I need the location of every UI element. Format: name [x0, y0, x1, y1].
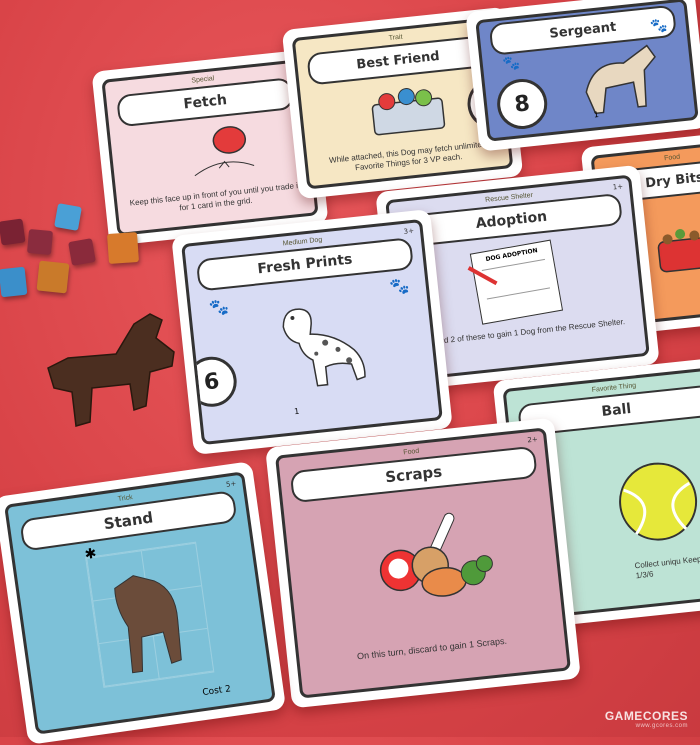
dog-meeple[interactable] — [38, 310, 178, 450]
ball-illustration — [194, 126, 255, 177]
paw-print-icon: 🐾 — [502, 54, 522, 73]
card-title: Sergeant — [548, 19, 617, 42]
card-stand[interactable]: Trick 5+ Stand ✱ Cost 2 — [0, 461, 287, 745]
card-cost: 5+ — [225, 479, 237, 489]
card-scraps[interactable]: Food 2+ Scraps On this turn, discard to … — [265, 417, 581, 709]
card-sergeant[interactable]: Sergeant 8 🐾 🐾 1 — [465, 0, 700, 152]
card-title: Adoption — [475, 208, 548, 233]
victory-points-circle: 8 — [494, 76, 550, 132]
food-scraps-illustration — [379, 512, 493, 597]
card-text: Discard 2 of these to gain 1 Dog from th… — [421, 317, 626, 348]
card-title: Scraps — [384, 462, 443, 487]
card-text: On this turn, discard to gain 1 Scraps. — [356, 635, 508, 662]
paw-print-icon: 🐾 — [649, 17, 669, 36]
watermark-url: www.gcores.com — [635, 723, 688, 729]
dalmatian-illustration — [282, 308, 366, 387]
watermark-text: GAMECORES — [604, 709, 688, 723]
card-title: Best Friend — [355, 48, 441, 73]
food-bowl-illustration — [657, 228, 700, 273]
wooden-cube[interactable] — [0, 266, 28, 298]
paw-print-icon: 🐾 — [388, 275, 411, 297]
card-title: Stand — [102, 508, 155, 534]
card-title: Ball — [600, 400, 632, 420]
watermark: GAMECORES www.gcores.com — [605, 709, 688, 729]
wooden-cube[interactable] — [36, 260, 70, 294]
card-cost: 1+ — [612, 182, 624, 192]
standing-dog-illustration — [114, 575, 182, 674]
dog-illustration — [585, 44, 656, 115]
card-title: Fresh Prints — [256, 251, 354, 278]
victory-points-circle: 6 — [184, 354, 240, 410]
sparkle-icon: ✱ — [83, 545, 98, 564]
card-cost: 3+ — [403, 226, 415, 236]
card-bottom-value: 1 — [593, 110, 600, 120]
adoption-paper: DOG ADOPTION — [469, 239, 564, 325]
paw-print-icon: 🐾 — [207, 296, 230, 318]
card-text: Collect uniqu Keep in ha 1/3/6 — [634, 552, 700, 581]
card-text: Keep this face up in front of you until … — [129, 180, 301, 213]
card-title: Fetch — [182, 92, 228, 113]
card-text: While attached, this Dog may fetch unlim… — [328, 139, 487, 173]
basket-illustration — [371, 88, 446, 136]
tennis-ball-illustration — [619, 462, 698, 541]
card-fresh-prints[interactable]: Medium Dog 3+ Fresh Prints 🐾 🐾 6 1 — [171, 209, 453, 455]
wooden-cube[interactable] — [54, 203, 82, 231]
card-cost: 2+ — [527, 435, 539, 445]
wooden-cube[interactable] — [0, 218, 26, 246]
wooden-cube[interactable] — [106, 231, 140, 265]
card-bottom-value: 1 — [293, 406, 300, 417]
card-bottom-value: Cost 2 — [201, 684, 232, 699]
wooden-cube[interactable] — [26, 228, 54, 256]
card-title: Dry Bits — [644, 169, 700, 191]
wooden-cube[interactable] — [68, 238, 96, 266]
